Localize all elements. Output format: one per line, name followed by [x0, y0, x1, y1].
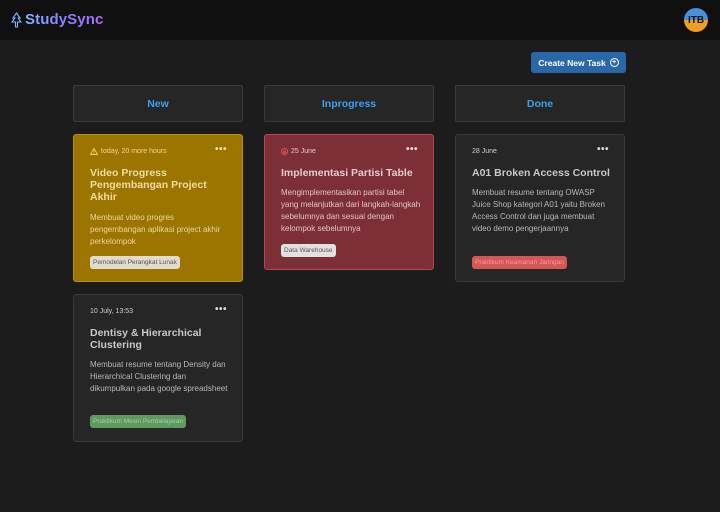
task-tag: Praktikum Mesin Pembelajaran: [90, 415, 186, 428]
task-tag: Data Warehouse: [281, 244, 336, 257]
task-menu-icon[interactable]: •••: [597, 144, 609, 155]
avatar[interactable]: ITB: [684, 8, 708, 32]
task-date-text: 10 July, 13:53: [90, 308, 134, 315]
task-card[interactable]: 25 June ••• Implementasi Partisi Table M…: [264, 134, 434, 270]
task-date-text: 28 June: [472, 148, 497, 155]
task-tag: Praktikum Keamanan Jaringan: [472, 256, 567, 269]
task-tag: Pemodelan Perangkat Lunak: [90, 256, 180, 269]
create-new-task-button[interactable]: Create New Task +: [531, 52, 626, 73]
task-menu-icon[interactable]: •••: [215, 144, 227, 155]
task-menu-icon[interactable]: •••: [406, 144, 418, 155]
tree-icon: [11, 11, 22, 28]
task-description: Membuat resume tentang Density dan Hiera…: [90, 360, 228, 393]
create-new-task-label: Create New Task: [538, 57, 606, 68]
task-card[interactable]: today, 20 more hours ••• Video Progress …: [73, 134, 243, 282]
task-title: A01 Broken Access Control: [472, 167, 610, 179]
task-date: today, 20 more hours: [90, 148, 167, 155]
warning-icon: [90, 148, 98, 155]
column-header-new: New: [73, 85, 243, 122]
task-description: Membuat resume tentang OWASP Juice Shop …: [472, 188, 605, 233]
error-icon: [281, 148, 288, 155]
task-date: 25 June: [281, 148, 316, 155]
task-date: 10 July, 13:53: [90, 308, 133, 315]
brand-logo[interactable]: StudySync: [11, 11, 103, 28]
top-bar: StudySync ITB: [0, 0, 720, 40]
task-title: Implementasi Partisi Table: [281, 167, 413, 179]
task-description: Membuat video progres pengembangan aplik…: [90, 213, 221, 246]
task-card[interactable]: 10 July, 13:53 ••• Dentisy & Hierarchica…: [73, 294, 243, 442]
task-date-text: today, 20 more hours: [101, 148, 167, 155]
task-title: Video Progress Pengembangan Project Akhi…: [90, 167, 207, 203]
task-menu-icon[interactable]: •••: [215, 304, 227, 315]
task-card[interactable]: 28 June ••• A01 Broken Access Control Me…: [455, 134, 625, 282]
plus-circle-icon: +: [609, 58, 619, 67]
task-date-text: 25 June: [291, 148, 316, 155]
brand-name: StudySync: [25, 11, 104, 28]
task-title: Dentisy & Hierarchical Clustering: [90, 327, 202, 351]
task-date: 28 June: [472, 148, 497, 155]
column-header-inprogress: Inprogress: [264, 85, 434, 122]
task-description: Mengimplementasikan partisi tabel yang m…: [281, 188, 421, 233]
column-header-done: Done: [455, 85, 625, 122]
